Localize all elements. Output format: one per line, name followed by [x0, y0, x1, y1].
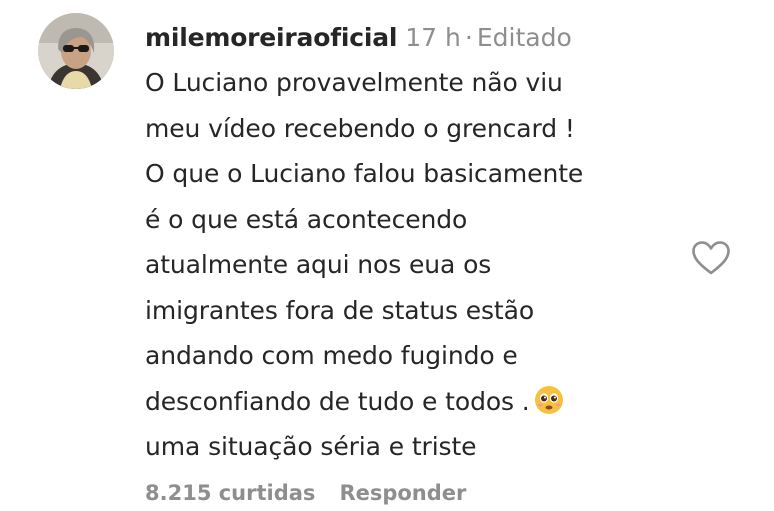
comment-body: O Luciano provavelmente não viu meu víde… [145, 60, 705, 470]
heart-outline-icon[interactable] [691, 240, 731, 276]
comment-text-line: é o que está acontecendo [145, 204, 468, 234]
comment-time[interactable]: 17 h [405, 23, 461, 52]
comment-text-segment: desconfiando de tudo e todos . [145, 386, 530, 416]
reply-button[interactable]: Responder [339, 481, 466, 505]
comment-text-line: uma situação séria e triste [145, 432, 477, 461]
pleading-face-emoji [534, 385, 563, 414]
edited-label: Editado [476, 23, 572, 52]
avatar[interactable] [38, 13, 114, 89]
avatar-photo [38, 13, 114, 89]
username[interactable]: milemoreiraoficial [145, 23, 397, 52]
comment-text-line: imigrantes fora de status estão [145, 295, 535, 325]
comment-text-line: andando com medo fugindo e [145, 341, 518, 370]
comment-footer: 8.215 curtidas Responder [145, 476, 466, 510]
comment-text-line: O Luciano provavelmente não viu [145, 68, 563, 97]
likes-count-button[interactable]: 8.215 curtidas [145, 481, 315, 505]
separator-dot: · [464, 23, 473, 52]
comment-text-line: atualmente aqui nos eua os [145, 250, 492, 279]
comment-text-line: O que o Luciano falou basicamente [145, 159, 584, 188]
comment-header: milemoreiraoficial 17 h · Editado [145, 16, 705, 60]
comment-text-line: meu vídeo recebendo o grencard ! [145, 113, 575, 143]
comment: milemoreiraoficial 17 h · Editado O Luciano… [145, 16, 705, 470]
comment-text-line-with-emoji: desconfiando de tudo e todos . [145, 379, 705, 425]
